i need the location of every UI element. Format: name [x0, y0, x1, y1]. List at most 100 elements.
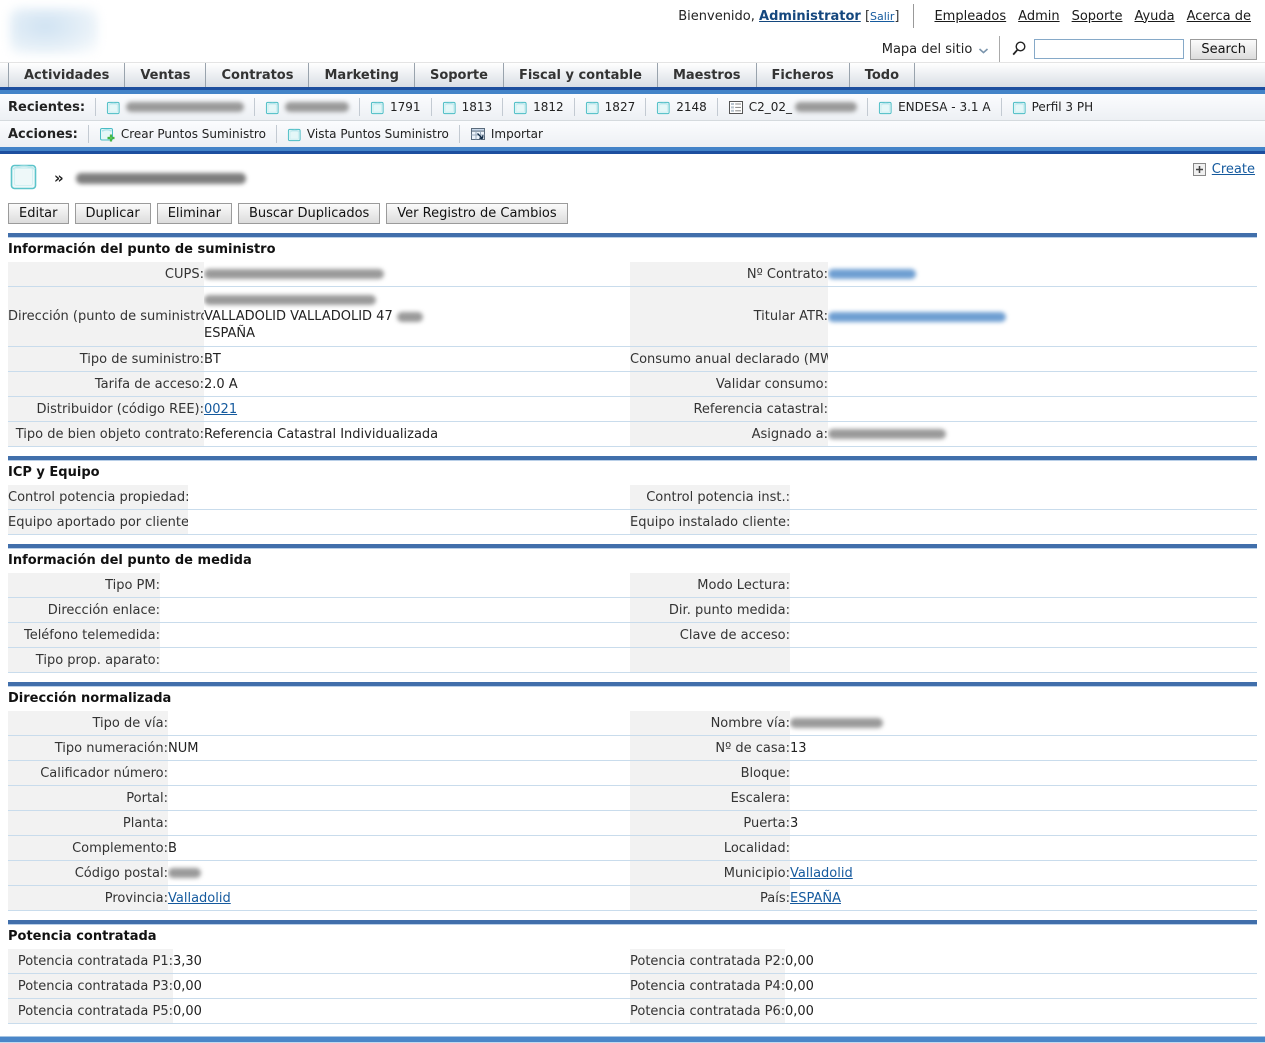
- field-label: Dirección (punto de suministro):: [8, 287, 204, 347]
- tab-marketing[interactable]: Marketing: [309, 63, 414, 87]
- field-label: Tipo numeración:: [8, 736, 168, 761]
- field-label: Equipo aportado por cliente:: [8, 510, 188, 535]
- field-value-link[interactable]: Valladolid: [168, 891, 231, 906]
- logout-link[interactable]: Salir: [870, 10, 894, 23]
- button-buscar-duplicados[interactable]: Buscar Duplicados: [238, 203, 380, 224]
- user-link[interactable]: Administrator: [759, 9, 861, 24]
- section-table: Control potencia propiedad:Control poten…: [8, 485, 1257, 535]
- section-divider: [8, 456, 1257, 461]
- button-ver-registro-de-cambios[interactable]: Ver Registro de Cambios: [386, 203, 567, 224]
- search-input[interactable]: [1034, 39, 1184, 59]
- top-link-acerca-de[interactable]: Acerca de: [1187, 9, 1251, 24]
- field-row: Tipo de bien objeto contrato:Referencia …: [8, 422, 1257, 447]
- action-item-vista-puntos-suministro[interactable]: Vista Puntos Suministro: [276, 125, 459, 143]
- cube-icon: [265, 100, 280, 115]
- cube-icon: [287, 127, 302, 142]
- field-label: Tipo PM:: [8, 573, 160, 598]
- recent-item-1791[interactable]: 1791: [359, 98, 431, 116]
- section-title-icp-y-equipo: ICP y Equipo: [8, 465, 1257, 480]
- redacted-link-value[interactable]: [828, 269, 916, 279]
- tab-ventas[interactable]: Ventas: [125, 63, 206, 87]
- field-value-cell: 3,30: [173, 949, 630, 974]
- top-link-empleados[interactable]: Empleados: [934, 9, 1006, 24]
- field-value-cell: NUM: [168, 736, 630, 761]
- tab-soporte[interactable]: Soporte: [415, 63, 504, 87]
- recent-item-redacted[interactable]: [95, 98, 254, 116]
- field-value-link[interactable]: Valladolid: [790, 866, 853, 881]
- logo: [10, 8, 98, 54]
- tab-fiscal-y-contable[interactable]: Fiscal y contable: [504, 63, 658, 87]
- field-value-cell: 0,00: [785, 999, 1257, 1024]
- tab-todo[interactable]: Todo: [850, 63, 915, 87]
- field-value: 0,00: [173, 979, 202, 994]
- recent-item-redacted[interactable]: [254, 98, 359, 116]
- sitemap-button[interactable]: Mapa del sitio: [882, 42, 990, 57]
- action-item-label: Vista Puntos Suministro: [307, 127, 449, 141]
- recent-item-1812[interactable]: 1812: [502, 98, 574, 116]
- field-value-cell: [790, 598, 1257, 623]
- tab-actividades[interactable]: Actividades: [9, 63, 125, 87]
- section-table: Tipo de vía:Nombre vía:Tipo numeración:N…: [8, 711, 1257, 911]
- field-value-cell: [204, 262, 630, 287]
- plus-icon: [1193, 163, 1206, 176]
- field-label: Consumo anual declarado (MWh):: [630, 347, 828, 372]
- field-label: Portal:: [8, 786, 168, 811]
- field-label: Tarifa de acceso:: [8, 372, 204, 397]
- tab-maestros[interactable]: Maestros: [658, 63, 757, 87]
- field-value-link[interactable]: 0021: [204, 402, 237, 417]
- button-eliminar[interactable]: Eliminar: [157, 203, 232, 224]
- button-duplicar[interactable]: Duplicar: [75, 203, 151, 224]
- recent-item-label: 1827: [605, 100, 636, 114]
- field-value-cell: [188, 485, 630, 510]
- field-label: Potencia contratada P6:: [630, 999, 785, 1024]
- field-label: CUPS:: [8, 262, 204, 287]
- redacted-text: [285, 102, 349, 112]
- field-value-link[interactable]: ESPAÑA: [790, 891, 841, 906]
- recent-item-c2-02[interactable]: C2_02_: [717, 98, 867, 116]
- action-item-importar[interactable]: Importar: [459, 125, 553, 143]
- field-row: Tipo prop. aparato:: [8, 648, 1257, 673]
- button-editar[interactable]: Editar: [8, 203, 69, 224]
- recent-item-endesa-3-1-a[interactable]: ENDESA - 3.1 A: [867, 98, 1001, 116]
- field-label: Tipo prop. aparato:: [8, 648, 160, 673]
- top-link-admin[interactable]: Admin: [1018, 9, 1059, 24]
- recent-item-label: 2148: [676, 100, 707, 114]
- recent-item-perfil-3-ph[interactable]: Perfil 3 PH: [1001, 98, 1104, 116]
- section-divider: [8, 682, 1257, 687]
- section-table: Potencia contratada P1:3,30Potencia cont…: [8, 949, 1257, 1024]
- field-label: Provincia:: [8, 886, 168, 911]
- section-divider: [8, 233, 1257, 238]
- action-item-crear-puntos-suministro[interactable]: Crear Puntos Suministro: [88, 125, 276, 143]
- field-value-cell: [790, 711, 1257, 736]
- field-row: Control potencia propiedad:Control poten…: [8, 485, 1257, 510]
- field-label: Dir. punto medida:: [630, 598, 790, 623]
- field-value-cell: 0021: [204, 397, 630, 422]
- cube-icon: [442, 100, 457, 115]
- field-value-line: VALLADOLID VALLADOLID 47: [204, 308, 630, 325]
- divider-bar-navy-bottom: [0, 151, 1265, 154]
- top-link-soporte[interactable]: Soporte: [1072, 9, 1123, 24]
- recent-item-2148[interactable]: 2148: [645, 98, 717, 116]
- field-row: Dirección (punto de suministro):VALLADOL…: [8, 287, 1257, 347]
- field-label: Complemento:: [8, 836, 168, 861]
- field-value-cell: 0,00: [785, 974, 1257, 999]
- create-button[interactable]: Create: [1212, 162, 1255, 177]
- action-item-label: Crear Puntos Suministro: [121, 127, 266, 141]
- tab-contratos[interactable]: Contratos: [206, 63, 309, 87]
- field-label: Potencia contratada P5:: [8, 999, 173, 1024]
- field-value: NUM: [168, 741, 198, 756]
- tab-ficheros[interactable]: Ficheros: [757, 63, 850, 87]
- field-label: Potencia contratada P3:: [8, 974, 173, 999]
- sections: Información del punto de suministroCUPS:…: [8, 233, 1257, 1024]
- field-value: VALLADOLID VALLADOLID 47: [204, 309, 393, 324]
- breadcrumb-separator: »: [54, 169, 64, 187]
- recent-item-1827[interactable]: 1827: [574, 98, 646, 116]
- field-value: 2.0 A: [204, 377, 238, 392]
- nav-tabs: ActividadesVentasContratosMarketingSopor…: [0, 62, 1265, 87]
- field-value: 0,00: [785, 979, 814, 994]
- recent-item-1813[interactable]: 1813: [431, 98, 503, 116]
- top-link-ayuda[interactable]: Ayuda: [1134, 9, 1174, 24]
- redacted-link-value[interactable]: [828, 312, 1006, 322]
- search-button[interactable]: Search: [1190, 39, 1257, 60]
- field-value-cell: [160, 598, 630, 623]
